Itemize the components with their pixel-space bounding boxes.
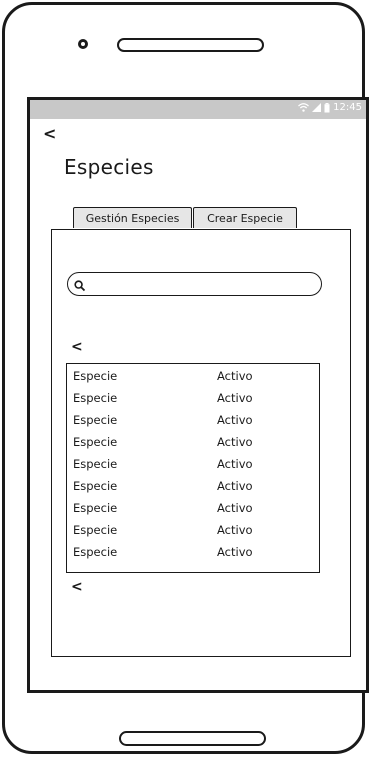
home-button[interactable] xyxy=(119,731,266,746)
search-input[interactable] xyxy=(90,276,310,291)
list-item-name: Especie xyxy=(73,545,118,559)
list-item-status: Activo xyxy=(217,369,253,383)
back-button[interactable]: < xyxy=(43,126,56,142)
page-title: Especies xyxy=(64,155,154,179)
list-item-name: Especie xyxy=(73,479,118,493)
list-next-button[interactable]: < xyxy=(71,580,83,594)
list-item[interactable]: Especie Activo xyxy=(67,498,319,520)
phone-frame: 12:45 < Especies Gestión Especies Crear … xyxy=(2,2,369,754)
list-item-status: Activo xyxy=(217,457,253,471)
status-icons: 12:45 xyxy=(298,102,362,113)
list-item[interactable]: Especie Activo xyxy=(67,454,319,476)
camera-icon xyxy=(78,39,88,49)
especies-list: Especie Activo Especie Activo Especie Ac… xyxy=(66,363,320,573)
list-item[interactable]: Especie Activo xyxy=(67,542,319,564)
list-item-name: Especie xyxy=(73,369,118,383)
list-item-name: Especie xyxy=(73,457,118,471)
list-item-status: Activo xyxy=(217,435,253,449)
list-item-status: Activo xyxy=(217,413,253,427)
signal-icon xyxy=(312,103,322,112)
search-icon xyxy=(74,277,86,296)
list-item-status: Activo xyxy=(217,545,253,559)
tab-panel: < Especie Activo Especie Activo Especie … xyxy=(51,229,351,657)
list-item-status: Activo xyxy=(217,479,253,493)
app-screen: 12:45 < Especies Gestión Especies Crear … xyxy=(27,97,369,693)
list-item[interactable]: Especie Activo xyxy=(67,366,319,388)
status-bar: 12:45 xyxy=(30,100,366,119)
battery-icon xyxy=(324,102,330,113)
search-box[interactable] xyxy=(67,272,322,296)
list-item-name: Especie xyxy=(73,391,118,405)
list-item[interactable]: Especie Activo xyxy=(67,388,319,410)
list-item-name: Especie xyxy=(73,523,118,537)
list-item[interactable]: Especie Activo xyxy=(67,432,319,454)
list-item[interactable]: Especie Activo xyxy=(67,520,319,542)
list-prev-button[interactable]: < xyxy=(71,340,83,354)
list-item-status: Activo xyxy=(217,501,253,515)
speaker-grille xyxy=(117,38,264,52)
list-item[interactable]: Especie Activo xyxy=(67,410,319,432)
clock-text: 12:45 xyxy=(333,102,362,113)
list-item-status: Activo xyxy=(217,523,253,537)
list-item-status: Activo xyxy=(217,391,253,405)
tab-crear-especie[interactable]: Crear Especie xyxy=(193,207,297,228)
wifi-icon xyxy=(298,103,310,112)
list-item-name: Especie xyxy=(73,435,118,449)
list-item-name: Especie xyxy=(73,413,118,427)
list-item[interactable]: Especie Activo xyxy=(67,476,319,498)
tab-gestion-especies[interactable]: Gestión Especies xyxy=(73,207,192,228)
list-item-name: Especie xyxy=(73,501,118,515)
